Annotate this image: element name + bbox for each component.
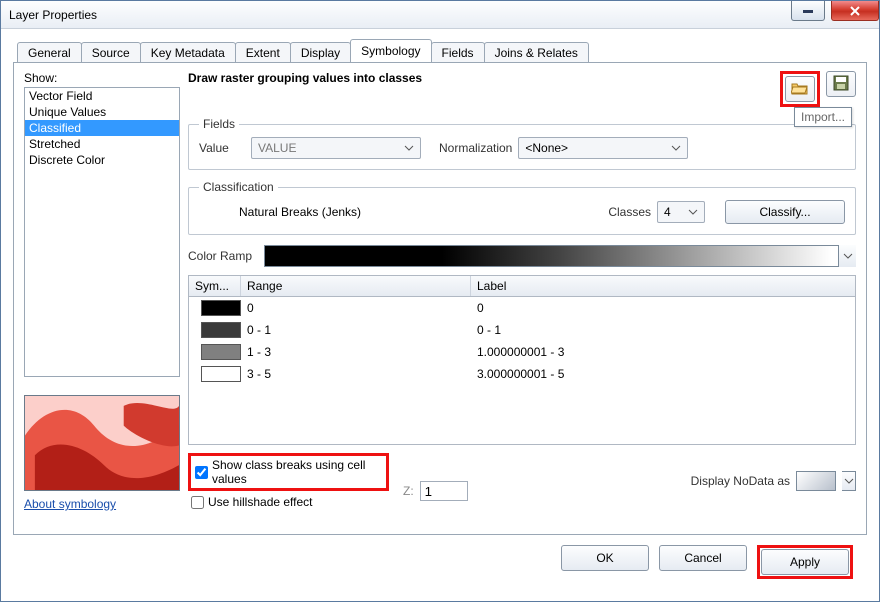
tab-row: General Source Key Metadata Extent Displ…: [13, 39, 867, 62]
class-label[interactable]: 0 - 1: [471, 323, 507, 337]
panel-heading: Draw raster grouping values into classes: [188, 71, 780, 85]
chevron-down-icon: [404, 143, 414, 153]
sidebar-item-classified[interactable]: Classified: [25, 120, 179, 136]
dialog-buttons: OK Cancel Apply: [13, 535, 867, 589]
classification-method: Natural Breaks (Jenks): [239, 205, 361, 219]
open-button[interactable]: [785, 76, 815, 102]
value-label: Value: [199, 141, 245, 155]
tab-joins-relates[interactable]: Joins & Relates: [484, 42, 589, 63]
show-list[interactable]: Vector Field Unique Values Classified St…: [24, 87, 180, 377]
open-folder-icon: [791, 81, 809, 98]
class-label[interactable]: 0: [471, 301, 490, 315]
grid-row[interactable]: 3 - 5 3.000000001 - 5: [189, 363, 855, 385]
tab-display[interactable]: Display: [290, 42, 351, 63]
apply-button-highlight: Apply: [757, 545, 853, 579]
minimize-button[interactable]: [791, 1, 825, 21]
window-title: Layer Properties: [9, 8, 97, 22]
tab-source[interactable]: Source: [81, 42, 141, 63]
grid-header: Sym... Range Label: [189, 276, 855, 297]
show-label: Show:: [24, 71, 180, 85]
sidebar-item-stretched[interactable]: Stretched: [25, 136, 179, 152]
tab-key-metadata[interactable]: Key Metadata: [140, 42, 236, 63]
ok-button[interactable]: OK: [561, 545, 649, 571]
class-swatch[interactable]: [201, 344, 241, 360]
class-swatch[interactable]: [201, 300, 241, 316]
fields-group: Fields Value VALUE Normalization <None>: [188, 117, 856, 170]
color-ramp-dropdown[interactable]: [264, 245, 856, 267]
right-column: Draw raster grouping values into classes: [188, 71, 856, 524]
save-button[interactable]: [826, 71, 856, 97]
nodata-dropdown[interactable]: [842, 471, 856, 491]
grid-row[interactable]: 1 - 3 1.000000001 - 3: [189, 341, 855, 363]
tab-symbology[interactable]: Symbology: [350, 39, 431, 62]
grid-header-range[interactable]: Range: [241, 276, 471, 296]
symbology-panel: Show: Vector Field Unique Values Classif…: [13, 62, 867, 535]
fields-legend: Fields: [199, 117, 239, 131]
class-swatch[interactable]: [201, 366, 241, 382]
classes-value: 4: [664, 205, 671, 219]
chevron-down-icon: [843, 251, 853, 261]
tab-extent[interactable]: Extent: [235, 42, 291, 63]
classes-dropdown[interactable]: 4: [657, 201, 705, 223]
grid-header-symbol[interactable]: Sym...: [189, 276, 241, 296]
class-range[interactable]: 3 - 5: [241, 367, 471, 381]
hillshade-label: Use hillshade effect: [208, 495, 313, 509]
chevron-down-icon: [688, 207, 698, 217]
nodata-swatch[interactable]: [796, 471, 836, 491]
normalization-dropdown[interactable]: <None>: [518, 137, 688, 159]
layer-properties-window: Layer Properties General Source Key Meta…: [0, 0, 880, 602]
sidebar-item-unique-values[interactable]: Unique Values: [25, 104, 179, 120]
cancel-button[interactable]: Cancel: [659, 545, 747, 571]
classify-button[interactable]: Classify...: [725, 200, 845, 224]
grid-row[interactable]: 0 0: [189, 297, 855, 319]
tab-general[interactable]: General: [17, 42, 82, 63]
z-label: Z:: [403, 484, 414, 498]
class-range[interactable]: 0: [241, 301, 471, 315]
about-symbology-link[interactable]: About symbology: [24, 497, 180, 511]
open-button-highlight: [780, 71, 820, 107]
classes-label: Classes: [608, 205, 651, 219]
left-column: Show: Vector Field Unique Values Classif…: [24, 71, 180, 524]
classification-legend: Classification: [199, 180, 278, 194]
show-cell-values-input[interactable]: [195, 466, 208, 479]
hillshade-input[interactable]: [191, 496, 204, 509]
class-grid: Sym... Range Label 0 0 0 - 1: [188, 275, 856, 445]
tab-fields[interactable]: Fields: [431, 42, 485, 63]
preview-swatch: [24, 395, 180, 491]
grid-header-label[interactable]: Label: [471, 276, 855, 296]
save-icon: [833, 75, 849, 94]
class-swatch[interactable]: [201, 322, 241, 338]
window-controls: [789, 1, 879, 28]
grid-row[interactable]: 0 - 1 0 - 1: [189, 319, 855, 341]
hillshade-checkbox[interactable]: Use hillshade effect: [191, 495, 389, 509]
normalization-label: Normalization: [439, 141, 512, 155]
show-cell-values-label: Show class breaks using cell values: [212, 458, 382, 486]
titlebar: Layer Properties: [1, 1, 879, 29]
normalization-selected: <None>: [525, 141, 568, 155]
chevron-down-icon: [671, 143, 681, 153]
class-range[interactable]: 0 - 1: [241, 323, 471, 337]
import-tooltip: Import...: [794, 107, 852, 127]
sidebar-item-discrete-color[interactable]: Discrete Color: [25, 152, 179, 168]
close-button[interactable]: [831, 1, 879, 21]
show-cell-values-checkbox[interactable]: Show class breaks using cell values: [195, 458, 382, 486]
grid-body: 0 0 0 - 1 0 - 1 1 - 3 1.000000001 - 3: [189, 297, 855, 444]
content-area: General Source Key Metadata Extent Displ…: [1, 29, 879, 601]
color-ramp-label: Color Ramp: [188, 249, 252, 263]
value-dropdown[interactable]: VALUE: [251, 137, 421, 159]
value-selected: VALUE: [258, 141, 296, 155]
z-input[interactable]: [420, 481, 468, 501]
nodata-label: Display NoData as: [691, 474, 790, 488]
chevron-down-icon: [844, 476, 854, 486]
class-label[interactable]: 3.000000001 - 5: [471, 367, 570, 381]
class-label[interactable]: 1.000000001 - 3: [471, 345, 570, 359]
cell-values-highlight: Show class breaks using cell values: [188, 453, 389, 491]
class-range[interactable]: 1 - 3: [241, 345, 471, 359]
sidebar-item-vector-field[interactable]: Vector Field: [25, 88, 179, 104]
classification-group: Classification Natural Breaks (Jenks) Cl…: [188, 180, 856, 235]
apply-button[interactable]: Apply: [761, 549, 849, 575]
